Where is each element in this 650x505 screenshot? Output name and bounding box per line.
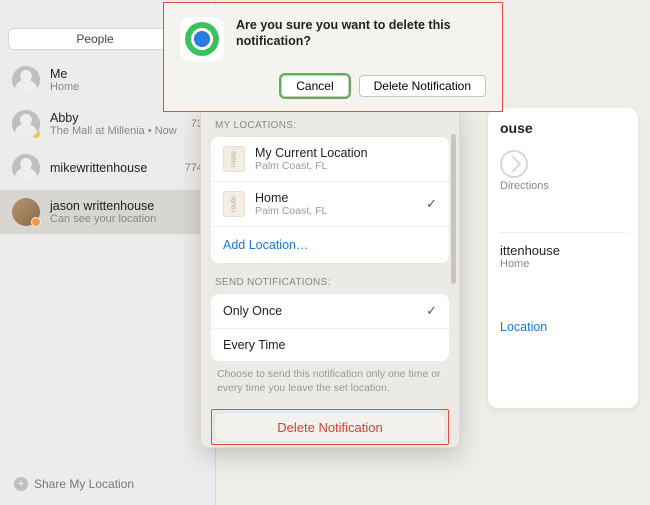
share-my-location[interactable]: + Share My Location — [14, 477, 134, 491]
location-row[interactable]: route Home Palm Coast, FL ✓ — [211, 181, 449, 226]
location-sub: Palm Coast, FL — [255, 205, 327, 217]
person-mike[interactable]: mikewrittenhouse 774 — [0, 146, 215, 190]
person-sub: Home — [50, 81, 79, 93]
cancel-button[interactable]: Cancel — [281, 75, 348, 97]
card-name: ittenhouse — [500, 243, 626, 258]
person-sub: The Mall at Millenia • Now — [50, 125, 181, 137]
confirm-dialog: Are you sure you want to delete this not… — [163, 2, 503, 112]
scrollbar[interactable] — [451, 134, 456, 284]
add-location-button[interactable]: Add Location… — [211, 226, 449, 263]
frequency-row-once[interactable]: Only Once ✓ — [211, 294, 449, 328]
location-link[interactable]: Location — [500, 320, 626, 334]
location-icon: route — [223, 146, 245, 172]
person-detail-card: ouse Directions ittenhouse Home Location — [488, 108, 638, 408]
dialog-title: Are you sure you want to delete this not… — [236, 17, 486, 50]
checkmark-icon: ✓ — [426, 196, 437, 212]
send-section-label: SEND NOTIFICATIONS: — [215, 277, 445, 288]
location-sub: Palm Coast, FL — [255, 160, 368, 172]
location-name: Home — [255, 191, 327, 205]
share-label: Share My Location — [34, 477, 134, 491]
directions-icon[interactable] — [500, 150, 528, 178]
directions-label: Directions — [500, 180, 626, 192]
location-icon: route — [223, 191, 245, 217]
status-badge — [31, 129, 41, 139]
checkmark-icon: ✓ — [426, 303, 437, 319]
delete-notification-button[interactable]: Delete Notification — [214, 412, 446, 442]
frequency-help-text: Choose to send this notification only on… — [211, 361, 449, 405]
location-row[interactable]: route My Current Location Palm Coast, FL — [211, 137, 449, 181]
plus-icon: + — [14, 477, 28, 491]
avatar — [12, 198, 40, 226]
findmy-app-icon — [180, 17, 224, 61]
location-name: My Current Location — [255, 146, 368, 160]
person-name: Me — [50, 67, 79, 81]
frequency-label: Every Time — [223, 338, 286, 352]
locations-list: route My Current Location Palm Coast, FL… — [211, 137, 449, 263]
frequency-list: Only Once ✓ Every Time — [211, 294, 449, 361]
person-name: mikewrittenhouse — [50, 161, 175, 175]
avatar — [12, 110, 40, 138]
person-jason[interactable]: jason writtenhouse Can see your location — [0, 190, 215, 234]
locations-section-label: MY LOCATIONS: — [215, 120, 445, 131]
person-name: Abby — [50, 111, 181, 125]
frequency-row-every[interactable]: Every Time — [211, 328, 449, 361]
notification-settings-panel: MY LOCATIONS: route My Current Location … — [200, 103, 460, 448]
status-badge — [31, 217, 41, 227]
person-sub: Can see your location — [50, 213, 156, 225]
person-name: jason writtenhouse — [50, 199, 156, 213]
delete-highlight: Delete Notification — [211, 409, 449, 445]
tab-people[interactable]: People — [9, 29, 181, 49]
avatar — [12, 66, 40, 94]
card-title: ouse — [500, 120, 626, 136]
card-sub: Home — [500, 258, 626, 270]
confirm-delete-button[interactable]: Delete Notification — [359, 75, 486, 97]
frequency-label: Only Once — [223, 304, 282, 318]
avatar — [12, 154, 40, 182]
